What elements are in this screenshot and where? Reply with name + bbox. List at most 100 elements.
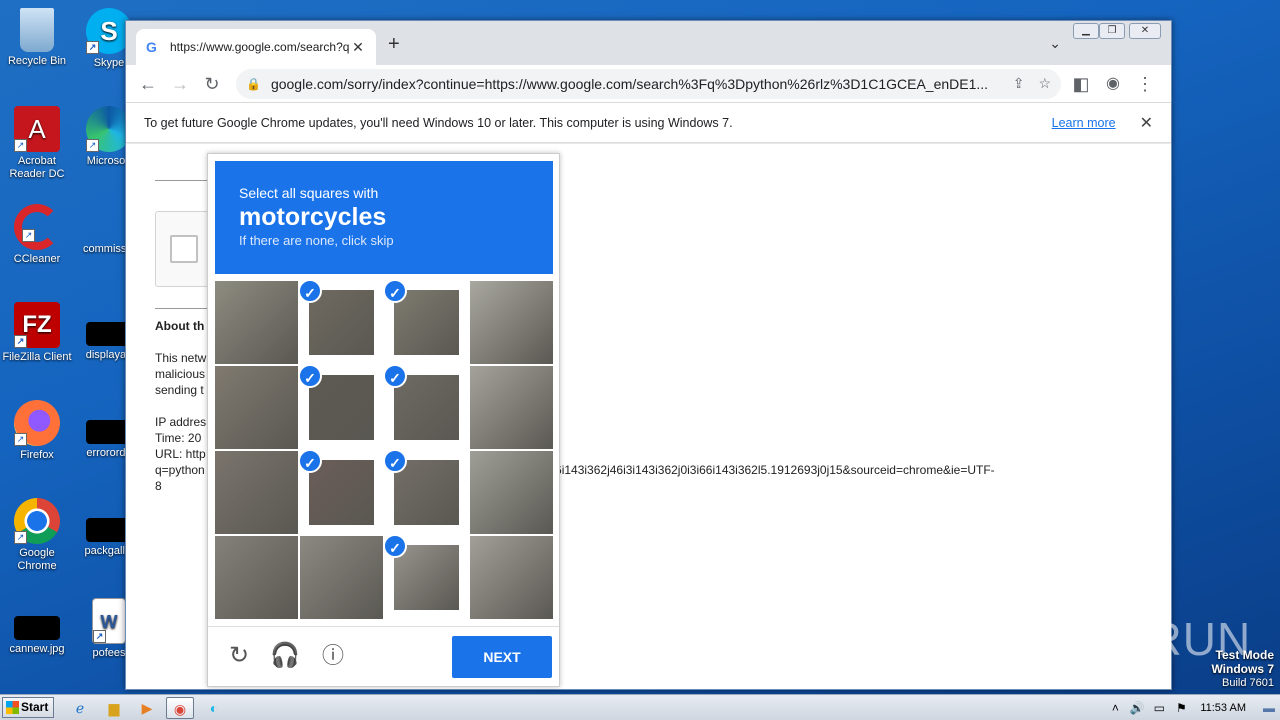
test-mode-notice: Test Mode Windows 7 Build 7601 <box>1211 648 1274 690</box>
os-line: Windows 7 <box>1211 662 1274 676</box>
desktop-icon-ccleaner[interactable]: ↗ CCleaner <box>0 204 74 266</box>
firefox-icon: ↗ <box>14 400 60 446</box>
skip-hint: If there are none, click skip <box>239 233 394 248</box>
desktop-icon-recycle-bin[interactable]: Recycle Bin <box>0 8 74 68</box>
about-heading: About th <box>155 319 205 333</box>
ie-taskbar-icon[interactable]: ℯ <box>66 697 94 719</box>
show-hidden-icons-icon[interactable]: ˄ <box>1104 701 1126 715</box>
tab-search-chevron-icon[interactable]: ⌄ <box>1049 35 1061 52</box>
show-desktop-icon[interactable]: ▬ <box>1258 701 1280 715</box>
google-favicon-icon: G <box>146 39 157 55</box>
captcha-tile[interactable] <box>470 536 553 619</box>
captcha-tile[interactable] <box>470 451 553 534</box>
update-infobar: To get future Google Chrome updates, you… <box>126 103 1171 143</box>
learn-more-link[interactable]: Learn more <box>1052 116 1116 130</box>
lock-icon[interactable]: 🔒 <box>246 77 261 91</box>
start-button[interactable]: Start <box>2 697 54 718</box>
bookmark-star-icon[interactable]: ☆ <box>1038 75 1051 92</box>
test-mode-line: Test Mode <box>1215 648 1274 662</box>
edge-taskbar-icon[interactable]: ◐ <box>200 697 228 719</box>
tile-image <box>470 281 553 364</box>
captcha-tile[interactable] <box>470 366 553 449</box>
para-line: malicious <box>155 367 206 381</box>
captcha-tile[interactable]: ✓ <box>300 451 383 534</box>
tile-image <box>309 375 374 440</box>
captcha-tile[interactable] <box>215 536 298 619</box>
desktop-icon-chrome[interactable]: ↗ Google Chrome <box>0 498 74 573</box>
chrome-taskbar-icon[interactable]: ◉ <box>166 697 194 719</box>
tab-strip: G https://www.google.com/search?q= ✕ + ⌄… <box>126 21 1171 65</box>
desktop-icon-cannew[interactable]: cannew.jpg <box>0 616 74 656</box>
volume-icon[interactable]: 🔊 <box>1126 701 1148 715</box>
reload-challenge-icon[interactable]: ↻ <box>224 641 254 671</box>
captcha-tile[interactable] <box>215 451 298 534</box>
image-file-icon <box>14 616 60 640</box>
target-object: motorcycles <box>239 203 387 231</box>
tile-image <box>309 460 374 525</box>
reload-icon[interactable]: ↻ <box>198 70 226 98</box>
address-bar[interactable]: 🔒 google.com/sorry/index?continue=https:… <box>236 68 1061 99</box>
captcha-tile[interactable] <box>215 366 298 449</box>
desktop-icon-label: Firefox <box>20 449 54 461</box>
recaptcha-widget <box>155 211 215 287</box>
restore-icon[interactable]: ❐ <box>1099 23 1125 39</box>
profile-avatar-icon[interactable]: ◉ <box>1099 70 1127 98</box>
browser-toolbar: ← → ↻ 🔒 google.com/sorry/index?continue=… <box>126 65 1171 103</box>
captcha-tile[interactable]: ✓ <box>385 366 468 449</box>
desktop-icon-firefox[interactable]: ↗ Firefox <box>0 400 74 462</box>
share-icon[interactable]: ⇪ <box>1013 75 1025 92</box>
desktop-icon-acrobat[interactable]: A ↗ Acrobat Reader DC <box>0 106 74 181</box>
info-icon[interactable]: ⓘ <box>318 641 348 671</box>
captcha-tile[interactable]: ✓ <box>385 536 468 619</box>
captcha-tile[interactable]: ✓ <box>300 281 383 364</box>
url-tail-left: q=python <box>155 463 205 477</box>
address-text: google.com/sorry/index?continue=https://… <box>270 75 989 92</box>
recaptcha-checkbox[interactable] <box>170 235 198 263</box>
desktop-icon-label: Acrobat Reader DC <box>9 155 65 180</box>
captcha-tile[interactable]: ✓ <box>385 281 468 364</box>
new-tab-icon[interactable]: + <box>388 33 400 56</box>
side-panel-icon[interactable]: ◧ <box>1067 70 1095 98</box>
ccleaner-icon: ↗ <box>14 204 60 250</box>
url-end: 8 <box>155 479 162 493</box>
desktop-icon-label: Skype <box>93 57 125 69</box>
tile-image <box>394 290 459 355</box>
recycle-bin-icon <box>20 8 54 52</box>
captcha-tile[interactable] <box>215 281 298 364</box>
browser-tab[interactable]: G https://www.google.com/search?q= ✕ <box>136 29 376 65</box>
captcha-tile[interactable]: ✓ <box>300 366 383 449</box>
close-tab-icon[interactable]: ✕ <box>350 39 366 56</box>
menu-kebab-icon[interactable]: ⋮ <box>1131 70 1159 98</box>
media-player-taskbar-icon[interactable]: ▶ <box>133 697 161 719</box>
action-center-flag-icon[interactable]: ⚑ <box>1170 701 1192 715</box>
close-infobar-icon[interactable]: ✕ <box>1140 113 1153 133</box>
desktop-icon-label: Google Chrome <box>17 547 57 572</box>
word-icon: W ↗ <box>92 598 126 644</box>
para-line: sending t <box>155 383 204 397</box>
time-line: Time: 20 <box>155 431 202 445</box>
clock[interactable]: 11:53 AM <box>1200 702 1246 714</box>
desktop-icon-filezilla[interactable]: FZ ↗ FileZilla Client <box>0 302 74 364</box>
captcha-tile[interactable] <box>470 281 553 364</box>
explorer-taskbar-icon[interactable]: ▆ <box>100 697 128 719</box>
filezilla-icon: FZ ↗ <box>14 302 60 348</box>
network-icon[interactable]: ▭ <box>1148 701 1170 715</box>
tile-image <box>470 536 553 619</box>
desktop-icon-label: pofees <box>92 647 126 659</box>
back-icon[interactable]: ← <box>134 70 162 98</box>
audio-challenge-icon[interactable]: 🎧 <box>270 641 300 671</box>
close-window-icon[interactable]: ✕ <box>1129 23 1161 39</box>
minimize-icon[interactable]: ▁ <box>1073 23 1099 39</box>
desktop-icon-label: CCleaner <box>13 253 61 265</box>
windows-logo-icon <box>6 701 19 714</box>
forward-icon[interactable]: → <box>166 70 194 98</box>
desktop-icon-label: cannew.jpg <box>9 643 65 655</box>
captcha-tile[interactable] <box>300 536 383 619</box>
chrome-icon: ↗ <box>14 498 60 544</box>
infobar-message: To get future Google Chrome updates, you… <box>144 115 733 130</box>
next-button[interactable]: NEXT <box>452 636 552 678</box>
tile-image <box>215 366 298 449</box>
image-grid: ✓ ✓ ✓ ✓ ✓ ✓ ✓ <box>215 281 553 619</box>
instruction-text: Select all squares with <box>239 185 379 201</box>
captcha-tile[interactable]: ✓ <box>385 451 468 534</box>
